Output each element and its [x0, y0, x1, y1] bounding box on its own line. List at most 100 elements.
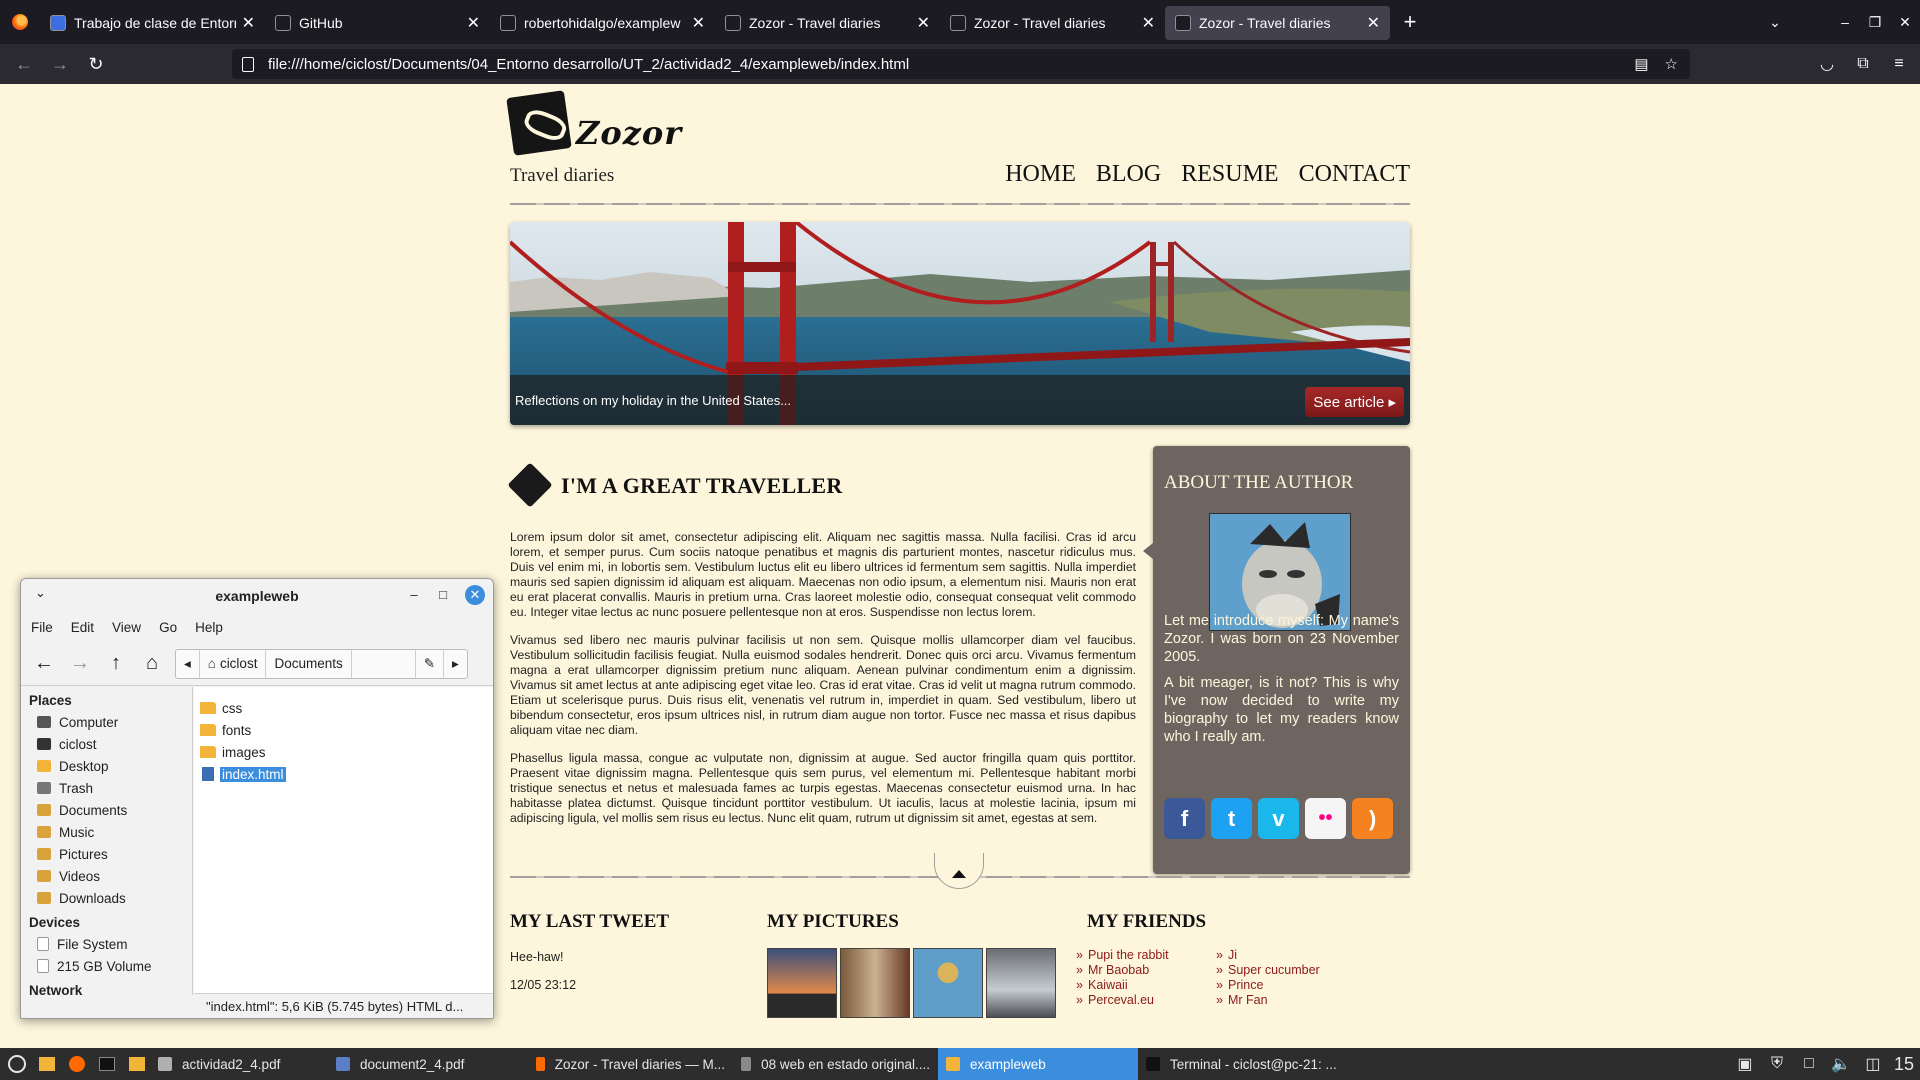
menu-go[interactable]: Go: [159, 620, 177, 635]
twitter-icon[interactable]: t: [1211, 798, 1252, 839]
vimeo-icon[interactable]: v: [1258, 798, 1299, 839]
path-scroll-right-icon[interactable]: ▸: [444, 650, 467, 678]
taskbar-task[interactable]: actividad2_4.pdf: [150, 1048, 328, 1080]
friend-link[interactable]: Super cucumber: [1216, 963, 1320, 978]
facebook-icon[interactable]: f: [1164, 798, 1205, 839]
file-item[interactable]: css: [200, 697, 493, 719]
nav-resume-link[interactable]: RESUME: [1181, 161, 1278, 188]
browser-tab[interactable]: Zozor - Travel diaries ✕: [940, 6, 1165, 40]
security-shield-icon[interactable]: ⛨: [1766, 1055, 1788, 1073]
list-all-tabs-icon[interactable]: ⌄: [1760, 14, 1790, 31]
gallery-thumbnail[interactable]: [840, 948, 910, 1018]
whisker-menu-icon[interactable]: [4, 1051, 30, 1077]
restore-window-icon[interactable]: ❐: [1860, 14, 1890, 31]
sidebar-item-videos[interactable]: Videos: [29, 865, 192, 887]
friend-link[interactable]: Ji: [1216, 948, 1320, 963]
friend-link[interactable]: Kaiwaii: [1076, 978, 1169, 993]
see-article-button[interactable]: See article ▸: [1305, 387, 1404, 417]
rss-icon[interactable]: ): [1352, 798, 1393, 839]
close-window-icon[interactable]: ✕: [1890, 14, 1920, 31]
taskbar-task[interactable]: Terminal - ciclost@pc-21: ...: [1138, 1048, 1348, 1080]
sidebar-item-documents[interactable]: Documents: [29, 799, 192, 821]
sidebar-item-trash[interactable]: Trash: [29, 777, 192, 799]
path-scroll-left-icon[interactable]: ◂: [176, 649, 200, 678]
back-icon[interactable]: ←: [29, 649, 59, 679]
minimize-window-icon[interactable]: –: [1830, 14, 1860, 30]
page-info-icon[interactable]: [242, 56, 254, 72]
volume-icon[interactable]: 🔈: [1830, 1054, 1852, 1074]
gallery-thumbnail[interactable]: [913, 948, 983, 1018]
browser-tab[interactable]: robertohidalgo/examplew ✕: [490, 6, 715, 40]
minimize-icon[interactable]: –: [404, 585, 424, 605]
taskbar-task[interactable]: exampleweb: [938, 1048, 1138, 1080]
nav-home-link[interactable]: HOME: [1005, 161, 1076, 188]
firefox-launcher-icon[interactable]: [64, 1051, 90, 1077]
path-segment-home[interactable]: ⌂ ciclost: [200, 649, 267, 678]
friend-link[interactable]: Prince: [1216, 978, 1320, 993]
friend-link[interactable]: Perceval.eu: [1076, 993, 1169, 1008]
browser-tab[interactable]: GitHub ✕: [265, 6, 490, 40]
tab-close-icon[interactable]: ✕: [692, 13, 705, 33]
folder-launcher-icon[interactable]: [124, 1051, 150, 1077]
browser-tab[interactable]: Trabajo de clase de Entorno ✕: [40, 6, 265, 40]
network-icon[interactable]: ◫: [1862, 1054, 1884, 1074]
sidebar-item-pictures[interactable]: Pictures: [29, 843, 192, 865]
address-bar[interactable]: file:///home/ciclost/Documents/04_Entorn…: [232, 49, 1690, 79]
site-logo[interactable]: Zozor: [506, 90, 682, 156]
device-item[interactable]: 215 GB Volume: [29, 955, 192, 977]
tab-close-icon[interactable]: ✕: [242, 13, 255, 33]
taskbar-task[interactable]: Zozor - Travel diaries — M...: [528, 1048, 733, 1080]
file-item[interactable]: index.html: [200, 763, 493, 785]
display-icon[interactable]: □: [1798, 1055, 1820, 1073]
forward-icon[interactable]: →: [65, 649, 95, 679]
file-manager-launcher-icon[interactable]: [34, 1051, 60, 1077]
menu-edit[interactable]: Edit: [71, 620, 94, 635]
gallery-thumbnail[interactable]: [767, 948, 837, 1018]
file-item[interactable]: images: [200, 741, 493, 763]
menu-help[interactable]: Help: [195, 620, 223, 635]
back-icon[interactable]: ←: [6, 54, 42, 75]
file-item[interactable]: fonts: [200, 719, 493, 741]
sidebar-item-computer[interactable]: Computer: [29, 711, 192, 733]
bookmark-star-icon[interactable]: ☆: [1665, 55, 1678, 73]
close-icon[interactable]: ✕: [465, 585, 485, 605]
back-to-top-button[interactable]: [934, 853, 984, 889]
taskbar-task[interactable]: document2_4.pdf: [328, 1048, 528, 1080]
pocket-icon[interactable]: ◡: [1816, 54, 1838, 74]
browser-tab[interactable]: Zozor - Travel diaries ✕: [715, 6, 940, 40]
nav-contact-link[interactable]: CONTACT: [1299, 161, 1410, 188]
parent-folder-icon[interactable]: ↑: [101, 649, 131, 679]
gallery-thumbnail[interactable]: [986, 948, 1056, 1018]
forward-icon[interactable]: →: [42, 54, 78, 75]
friend-link[interactable]: Pupi the rabbit: [1076, 948, 1169, 963]
new-tab-button[interactable]: +: [1390, 9, 1430, 35]
clipboard-icon[interactable]: ▣: [1734, 1054, 1756, 1074]
sidebar-item-ciclost[interactable]: ciclost: [29, 733, 192, 755]
extensions-icon[interactable]: ⧉: [1852, 55, 1874, 73]
url-text[interactable]: file:///home/ciclost/Documents/04_Entorn…: [268, 56, 909, 73]
reload-icon[interactable]: ↻: [78, 54, 114, 75]
file-manager-titlebar[interactable]: ⌄ exampleweb – □ ✕: [21, 579, 493, 612]
taskbar-task[interactable]: 08 web en estado original....: [733, 1048, 938, 1080]
path-segment-documents[interactable]: Documents: [266, 649, 352, 678]
menu-file[interactable]: File: [31, 620, 53, 635]
browser-tab[interactable]: Zozor - Travel diaries ✕: [1165, 6, 1390, 40]
firefox-menu-icon[interactable]: [0, 0, 40, 44]
flickr-icon[interactable]: ••: [1305, 798, 1346, 839]
terminal-launcher-icon[interactable]: [94, 1051, 120, 1077]
nav-blog-link[interactable]: BLOG: [1096, 161, 1161, 188]
sidebar-item-desktop[interactable]: Desktop: [29, 755, 192, 777]
edit-location-icon[interactable]: ✎: [416, 649, 445, 678]
tab-close-icon[interactable]: ✕: [1367, 13, 1380, 33]
clock[interactable]: 15: [1894, 1054, 1914, 1075]
tab-close-icon[interactable]: ✕: [1142, 13, 1155, 33]
home-icon[interactable]: ⌂: [137, 649, 167, 679]
menu-view[interactable]: View: [112, 620, 141, 635]
device-item[interactable]: File System: [29, 933, 192, 955]
maximize-icon[interactable]: □: [433, 585, 453, 605]
tab-close-icon[interactable]: ✕: [467, 13, 480, 33]
friend-link[interactable]: Mr Baobab: [1076, 963, 1169, 978]
app-menu-icon[interactable]: ≡: [1888, 55, 1910, 73]
tab-close-icon[interactable]: ✕: [917, 13, 930, 33]
sidebar-item-downloads[interactable]: Downloads: [29, 887, 192, 909]
